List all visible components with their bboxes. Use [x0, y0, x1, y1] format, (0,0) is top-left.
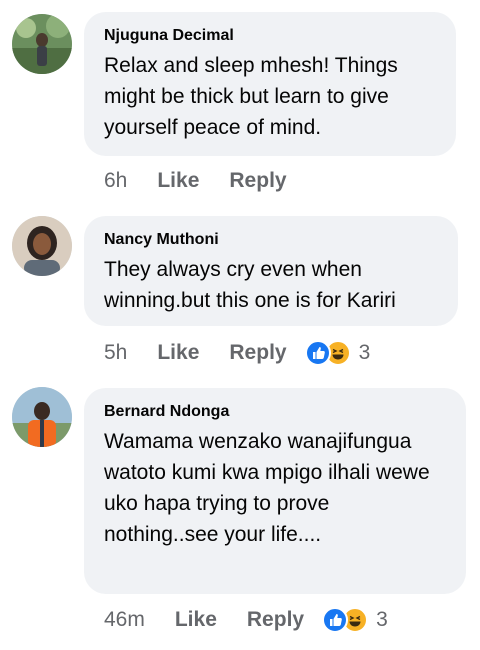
comment-timestamp[interactable]: 5h — [104, 341, 127, 365]
comment-timestamp[interactable]: 6h — [104, 169, 127, 193]
comment-actions: 6h Like Reply — [104, 168, 287, 194]
avatar[interactable] — [12, 14, 72, 74]
comment-timestamp[interactable]: 46m — [104, 608, 145, 632]
reply-button[interactable]: Reply — [229, 341, 286, 365]
avatar[interactable] — [12, 387, 72, 447]
reaction-summary[interactable]: 3 — [322, 607, 388, 633]
comment-author[interactable]: Nancy Muthoni — [104, 230, 438, 249]
comment-actions: 46m Like Reply 3 — [104, 607, 388, 633]
comment-bubble: Bernard Ndonga Wamama wenzako wanajifung… — [84, 388, 466, 594]
comment-author[interactable]: Bernard Ndonga — [104, 402, 446, 421]
like-button[interactable]: Like — [175, 608, 217, 632]
avatar-photo-icon — [12, 216, 72, 276]
avatar-photo-icon — [12, 387, 72, 447]
avatar-photo-icon — [12, 14, 72, 74]
comment-bubble: Njuguna Decimal Relax and sleep mhesh! T… — [84, 12, 456, 156]
reply-button[interactable]: Reply — [247, 608, 304, 632]
avatar[interactable] — [12, 216, 72, 276]
like-button[interactable]: Like — [157, 169, 199, 193]
comment-actions: 5h Like Reply 3 — [104, 340, 370, 366]
like-icon — [322, 607, 349, 633]
like-icon — [304, 340, 331, 366]
reaction-count: 3 — [376, 608, 388, 631]
like-button[interactable]: Like — [157, 341, 199, 365]
reply-button[interactable]: Reply — [229, 169, 286, 193]
reaction-summary[interactable]: 3 — [304, 340, 371, 366]
comment-text: Relax and sleep mhesh! Things might be t… — [104, 54, 398, 139]
comment-text: They always cry even when winning.but th… — [104, 258, 396, 312]
comment-text: Wamama wenzako wanajifungua watoto kumi … — [104, 430, 430, 546]
comment-bubble: Nancy Muthoni They always cry even when … — [84, 216, 458, 326]
reaction-count: 3 — [358, 341, 371, 364]
comment-author[interactable]: Njuguna Decimal — [104, 26, 436, 45]
